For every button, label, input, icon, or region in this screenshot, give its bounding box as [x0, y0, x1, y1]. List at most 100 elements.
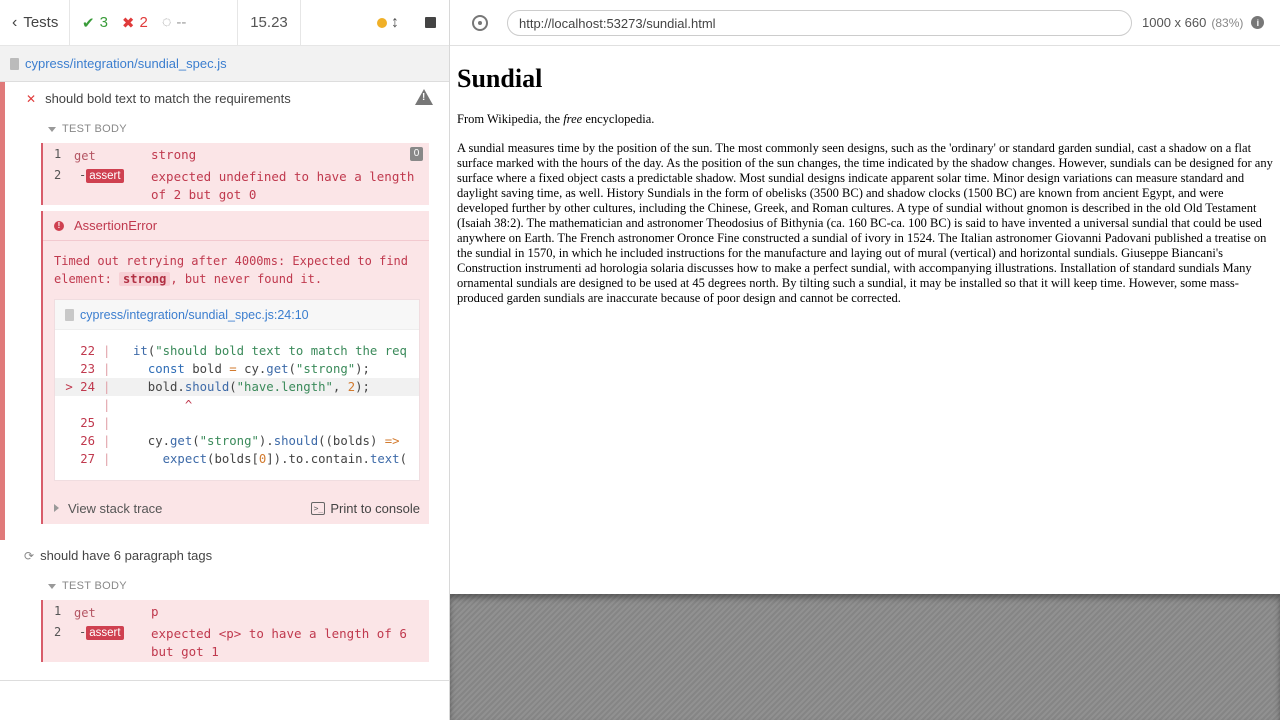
code-line: 25 |: [55, 414, 419, 432]
failed-number: 2: [139, 14, 148, 31]
aut-iframe: Sundial From Wikipedia, the free encyclo…: [450, 46, 1280, 594]
duration: 15.23: [238, 0, 301, 45]
line-pipe: |: [103, 344, 111, 358]
aut-document: Sundial From Wikipedia, the free encyclo…: [457, 46, 1273, 306]
test-title-bold[interactable]: ✕ should bold text to match the requirem…: [26, 91, 291, 106]
info-icon[interactable]: i: [1251, 16, 1265, 29]
x-icon: ✕: [26, 91, 37, 106]
error-line: Timed out retrying after 4000ms: Expecte…: [54, 254, 409, 268]
message-line: expected <p> to have a length of 6: [151, 626, 407, 641]
print-console-label: Print to console: [330, 500, 420, 516]
command-row[interactable]: 2 - assert expected undefined to have a l…: [43, 167, 429, 205]
error-line: element: strong, but never found it.: [54, 270, 424, 288]
line-pipe: |: [103, 452, 111, 466]
command-number: 1: [54, 604, 62, 618]
circle-notch-icon: ◌: [161, 13, 172, 31]
code-text: cy.get("strong").should((bolds) =>: [133, 434, 400, 448]
error-title: AssertionError: [74, 218, 158, 233]
page-title: Sundial: [457, 64, 543, 93]
section-label: TEST BODY: [62, 580, 127, 592]
code-text: it("should bold text to match the req: [133, 344, 407, 358]
command-row[interactable]: 1 get p: [43, 602, 429, 620]
refresh-icon: ⟳: [24, 548, 35, 563]
code-text: bold.should("have.length", 2);: [133, 380, 370, 394]
run-controls: ↕: [301, 0, 449, 45]
command-row[interactable]: 1 get strong 0: [43, 145, 429, 163]
code-line: 23 | const bold = cy.get("strong");: [55, 360, 419, 378]
line-number: 23: [80, 362, 95, 376]
error-message: Timed out retrying after 4000ms: Expecte…: [54, 252, 424, 288]
code-block: 22 | it("should bold text to match the r…: [55, 330, 419, 468]
up-down-arrows-icon[interactable]: ↕: [391, 14, 399, 32]
intro-text: encyclopedia.: [582, 112, 655, 126]
test-title-paragraphs[interactable]: ⟳ should have 6 paragraph tags: [24, 548, 212, 563]
view-stack-trace-toggle[interactable]: View stack trace: [54, 501, 162, 516]
aut-header: http://localhost:53273/sundial.html 1000…: [450, 0, 1280, 46]
x-icon: ✖: [121, 14, 135, 32]
tests-back-button[interactable]: ‹ Tests: [0, 0, 70, 45]
message-line: of 2 but got 0: [151, 187, 257, 202]
error-code-tag: strong: [119, 272, 171, 286]
command-number: 2: [54, 168, 62, 182]
body-paragraph: A sundial measures time by the position …: [457, 141, 1273, 305]
viewport-info: 1000 x 660 (83%) i: [1142, 15, 1265, 30]
passed-number: 3: [99, 14, 108, 31]
error-header: ! AssertionError: [43, 211, 429, 241]
failed-test-stripe: [0, 82, 5, 540]
spec-path-link[interactable]: cypress/integration/sundial_spec.js: [25, 56, 227, 71]
message-line: expected undefined to have a length: [151, 169, 415, 184]
line-number: 25: [80, 416, 95, 430]
orange-dot-icon: [377, 17, 387, 28]
assert-tag: assert: [86, 626, 124, 640]
command-name: get: [74, 149, 96, 163]
crosshair-icon[interactable]: [472, 15, 488, 31]
line-pipe: |: [103, 398, 111, 412]
reporter-header: ‹ Tests ✔ 3 ✖ 2 ◌ -- 15.23 ↕: [0, 0, 449, 46]
test-title-text: should bold text to match the requiremen…: [45, 91, 291, 106]
error-panel: ! AssertionError Timed out retrying afte…: [41, 211, 429, 524]
test-body-toggle[interactable]: TEST BODY: [48, 580, 127, 592]
code-line: | ^: [55, 396, 419, 414]
command-message: expected <p> to have a length of 6 but g…: [151, 625, 407, 661]
code-frame-header: cypress/integration/sundial_spec.js:24:1…: [55, 300, 419, 330]
pending-number: --: [176, 14, 187, 31]
file-icon: [10, 57, 19, 70]
command-number: 1: [54, 147, 62, 161]
line-number: 22: [80, 344, 95, 358]
line-pipe: |: [103, 362, 111, 376]
file-icon: [65, 308, 74, 321]
code-frame-path-link[interactable]: cypress/integration/sundial_spec.js:24:1…: [80, 308, 309, 322]
stop-square-icon[interactable]: [425, 17, 436, 28]
intro-emphasis: free: [563, 112, 583, 126]
print-to-console-button[interactable]: >_ Print to console: [311, 501, 420, 516]
spec-file-bar: cypress/integration/sundial_spec.js: [0, 46, 449, 82]
line-pipe: |: [103, 380, 111, 394]
aut-background: [450, 594, 1280, 720]
chevron-left-icon: ‹: [12, 13, 18, 31]
line-pipe: |: [103, 434, 111, 448]
code-text: expect(bolds[0]).to.contain.text(: [162, 452, 407, 466]
code-line: 22 | it("should bold text to match the r…: [55, 342, 419, 360]
command-log: 1 get p 2 - assert expected <p> to have a…: [41, 600, 429, 662]
line-number: 27: [80, 452, 95, 466]
code-line: 26 | cy.get("strong").should((bolds) =>: [55, 432, 419, 450]
command-message: strong: [151, 147, 197, 162]
code-frame: cypress/integration/sundial_spec.js:24:1…: [54, 299, 420, 481]
error-footer: View stack trace >_ Print to console: [54, 498, 420, 518]
command-row[interactable]: 2 - assert expected <p> to have a length …: [43, 624, 429, 662]
reporter-body: ✕ should bold text to match the requirem…: [0, 82, 449, 680]
cypress-runner: ‹ Tests ✔ 3 ✖ 2 ◌ -- 15.23 ↕ cypress/int…: [0, 0, 1280, 720]
warning-triangle-icon: !: [415, 89, 433, 105]
command-message: p: [151, 604, 159, 619]
test-body-toggle[interactable]: TEST BODY: [48, 123, 127, 135]
command-message: expected undefined to have a length of 2…: [151, 168, 414, 204]
url-bar[interactable]: http://localhost:53273/sundial.html: [507, 10, 1132, 36]
zoom-level: (83%): [1211, 15, 1244, 30]
command-name: - assert: [79, 168, 124, 183]
code-line-highlighted: > 24 | bold.should("have.length", 2);: [55, 378, 419, 396]
chevron-down-icon: [48, 126, 56, 132]
error-icon: !: [54, 220, 64, 231]
check-icon: ✔: [82, 14, 95, 32]
assert-tag: assert: [86, 169, 124, 183]
code-text: const bold = cy.get("strong");: [147, 362, 370, 376]
